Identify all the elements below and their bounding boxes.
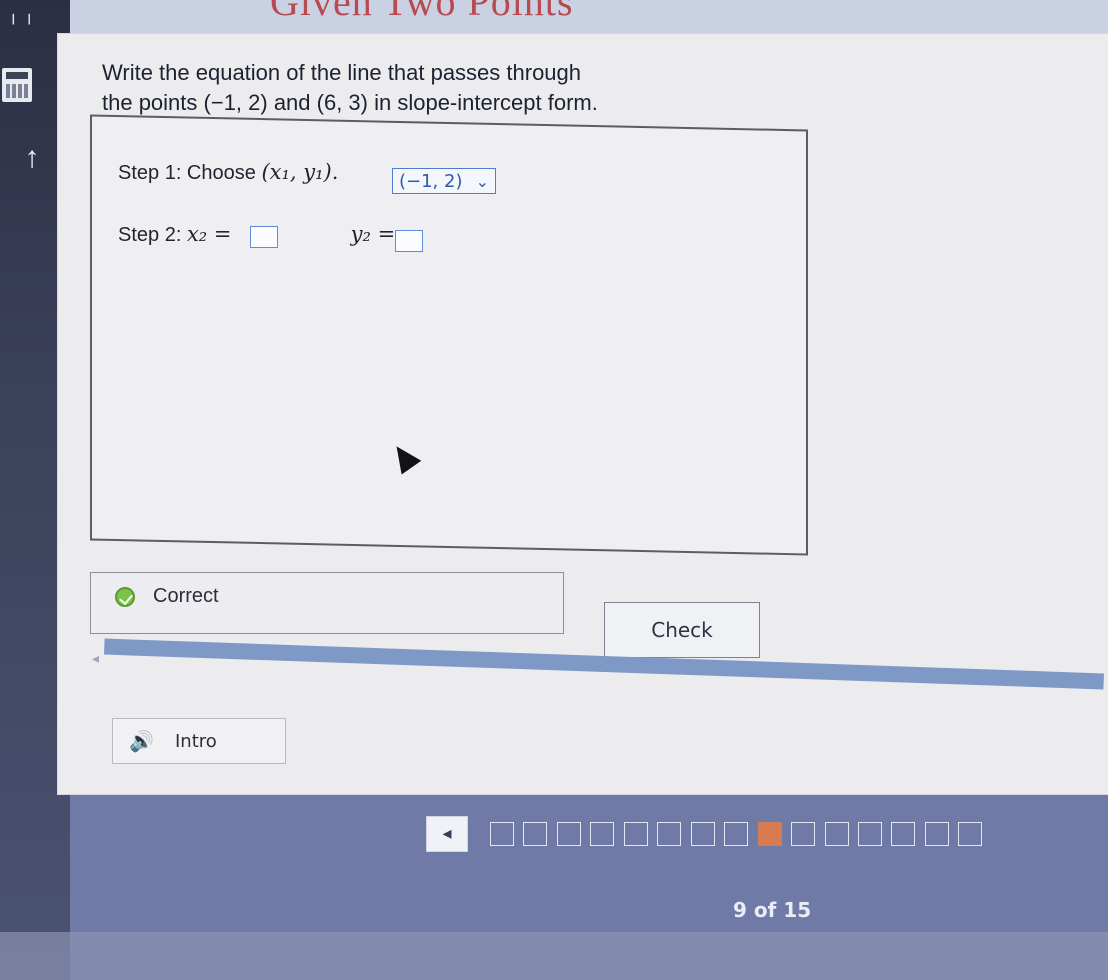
success-check-icon [115, 587, 135, 607]
previous-page-button[interactable]: ◂ [426, 816, 468, 852]
x2-label: x₂ = [186, 222, 232, 246]
top-left-icon: ╷ ╷ [8, 4, 35, 24]
progress-square-13[interactable] [891, 822, 916, 846]
feedback-box: Correct [90, 572, 564, 634]
progress-square-10[interactable] [791, 822, 816, 846]
step-1-label: Step 1: Choose [118, 162, 256, 184]
question-line-2: the points (−1, 2) and (6, 3) in slope-i… [102, 90, 598, 115]
progress-square-15[interactable] [958, 822, 983, 846]
progress-square-9-current[interactable] [757, 822, 782, 846]
progress-square-6[interactable] [657, 822, 682, 846]
progress-square-5[interactable] [623, 822, 648, 846]
point-select-dropdown[interactable]: (−1, 2) ⌄ [392, 168, 496, 194]
progress-navigation: ◂ [426, 816, 1106, 860]
question-text: Write the equation of the line that pass… [102, 58, 598, 118]
chevron-down-icon: ⌄ [475, 172, 489, 191]
question-line-1: Write the equation of the line that pass… [102, 60, 582, 85]
point-select-value: (−1, 2) [399, 171, 463, 192]
check-button[interactable]: Check [604, 602, 760, 658]
progress-square-12[interactable] [857, 822, 882, 846]
intro-button[interactable]: 🔊 Intro [112, 718, 286, 764]
progress-square-1[interactable] [490, 822, 514, 846]
progress-squares [490, 822, 987, 846]
lesson-title: Given Two Points [270, 0, 574, 24]
up-arrow-icon[interactable]: ↑ [12, 138, 52, 178]
left-small-arrow-icon: ◂ [92, 650, 100, 666]
step-2-label: Step 2: [118, 224, 182, 246]
progress-square-8[interactable] [724, 822, 749, 846]
y2-input[interactable] [395, 230, 423, 252]
bottom-strip [0, 932, 1108, 980]
progress-square-7[interactable] [690, 822, 715, 846]
calculator-icon[interactable] [2, 68, 32, 102]
progress-square-14[interactable] [924, 822, 949, 846]
progress-square-3[interactable] [556, 822, 581, 846]
calculator-keys-icon [6, 84, 28, 98]
intro-label: Intro [175, 731, 217, 752]
y2-label: y₂ = [350, 222, 396, 246]
x2-input[interactable] [250, 226, 278, 248]
step-1: Step 1: Choose (x₁, y₁). [118, 160, 338, 185]
progress-square-4[interactable] [590, 822, 615, 846]
speaker-icon: 🔊 [129, 731, 154, 753]
progress-square-11[interactable] [824, 822, 849, 846]
feedback-status: Correct [153, 585, 219, 607]
progress-square-2[interactable] [523, 822, 548, 846]
page-counter: 9 of 15 [733, 898, 812, 922]
step-1-math: (x₁, y₁). [261, 160, 339, 184]
